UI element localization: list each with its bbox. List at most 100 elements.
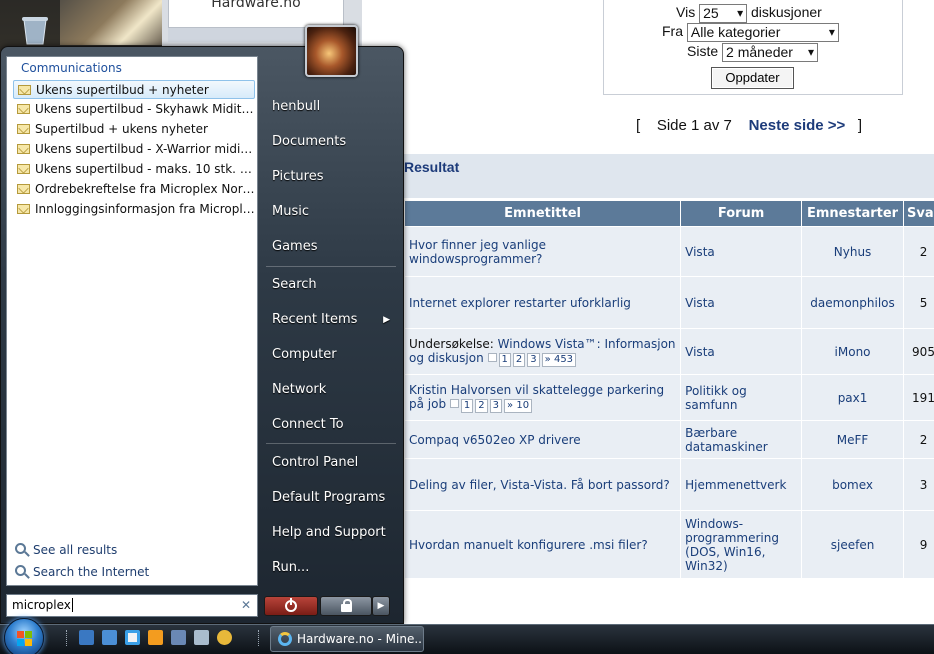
topic-link[interactable]: Deling av filer, Vista-Vista. Få bort pa…	[409, 478, 670, 492]
search-result-item[interactable]: Ukens supertilbud - Skyhawk Miditower!	[13, 100, 255, 119]
forum-cell[interactable]: Politikk og samfunn	[680, 374, 803, 421]
taskbar-grip[interactable]	[258, 630, 260, 646]
page-link[interactable]: 3	[489, 398, 503, 413]
clock-icon[interactable]	[217, 630, 232, 645]
power-button[interactable]	[264, 596, 318, 616]
topic-link[interactable]: Internet explorer restarter uforklarlig	[409, 296, 631, 310]
quicklaunch-grip[interactable]	[66, 630, 68, 646]
next-page-link[interactable]: Neste side >>	[749, 117, 846, 134]
network-icon[interactable]	[171, 630, 186, 645]
search-result-item[interactable]: Ukens supertilbud - X-Warrior miditower.…	[13, 140, 255, 159]
col-starter-header[interactable]: Emnestarter	[801, 200, 905, 227]
forum-cell[interactable]: Vista	[680, 328, 803, 375]
col-replies-header[interactable]: Svar	[903, 200, 934, 227]
filter-from-select[interactable]: Alle kategorier	[686, 23, 839, 42]
starter-cell[interactable]: daemonphilos	[801, 276, 905, 329]
starter-cell[interactable]: pax1	[801, 374, 905, 421]
page-link[interactable]: 3	[527, 352, 540, 367]
menu-music[interactable]: Music	[266, 197, 396, 227]
search-internet-link[interactable]: Search the Internet	[15, 564, 149, 580]
menu-recent-items-label: Recent Items	[272, 312, 358, 327]
start-search-input[interactable]: microplex ✕	[6, 594, 258, 617]
filter-from-row: Fra Alle kategorier	[662, 23, 839, 42]
taskbar-browser-button[interactable]: Hardware.no - Mine...	[270, 626, 424, 652]
filter-last-label: Siste	[687, 43, 719, 60]
menu-search[interactable]: Search	[266, 270, 396, 300]
page-link[interactable]: » 453	[541, 352, 577, 367]
sidebar-site-text: Hardware.no	[211, 0, 301, 11]
menu-documents[interactable]: Documents	[266, 127, 396, 157]
see-all-results-link[interactable]: See all results	[15, 542, 117, 558]
topic-cell: Hvor finner jeg vanlige windowsprogramme…	[403, 226, 682, 277]
topic-link[interactable]: Hvordan manuelt konfigurere .msi filer?	[409, 538, 648, 552]
search-result-label: Ordrebekreftelse fra Microplex Norge AS	[35, 182, 255, 196]
results-group-header: Communications	[21, 61, 122, 75]
search-result-item[interactable]: Innloggingsinformasjon fra Microplex ...	[13, 200, 255, 219]
recycle-bin-icon[interactable]	[194, 630, 209, 645]
starter-cell[interactable]: MeFF	[801, 420, 905, 459]
col-forum-header[interactable]: Forum	[680, 200, 803, 227]
starter-cell[interactable]: Nyhus	[801, 226, 905, 277]
menu-pictures[interactable]: Pictures	[266, 162, 396, 192]
forum-cell[interactable]: Vista	[680, 276, 803, 329]
clear-search-icon[interactable]: ✕	[241, 595, 251, 616]
menu-user[interactable]: henbull	[266, 92, 396, 122]
menu-connect-to[interactable]: Connect To	[266, 410, 396, 440]
page-link[interactable]: 2	[512, 352, 526, 367]
search-result-label: Ukens supertilbud - Skyhawk Miditower!	[35, 102, 255, 116]
table-row: Undersøkelse: Windows Vista™: Informasjo…	[403, 328, 934, 375]
replies-cell: 5	[903, 276, 934, 329]
page-link[interactable]: » 10	[504, 398, 533, 413]
mail-icon	[18, 85, 31, 95]
starter-cell[interactable]: bomex	[801, 458, 905, 511]
topic-link[interactable]: Hvor finner jeg vanlige windowsprogramme…	[409, 238, 546, 266]
show-desktop-icon[interactable]	[79, 630, 94, 645]
windows-logo-pane	[17, 639, 24, 646]
forum-cell[interactable]: Bærbare datamaskiner	[680, 420, 803, 459]
forum-table: Emnetittel Forum Emnestarter Svar Hvor f…	[403, 200, 934, 579]
search-result-item[interactable]: Ukens supertilbud - maks. 10 stk. pr. ku…	[13, 160, 255, 179]
pagination-close: ]	[857, 117, 862, 134]
menu-run[interactable]: Run...	[266, 553, 396, 583]
page-link[interactable]: 1	[460, 398, 474, 413]
mail-icon	[17, 164, 30, 174]
power-icon	[285, 598, 297, 612]
filter-last-select[interactable]: 2 måneder	[722, 43, 819, 62]
internet-explorer-icon	[278, 632, 292, 646]
starter-cell[interactable]: iMono	[801, 328, 905, 375]
menu-games[interactable]: Games	[266, 232, 396, 262]
switch-windows-icon[interactable]	[102, 630, 117, 645]
replies-cell: 2	[903, 226, 934, 277]
search-result-item[interactable]: Ukens supertilbud + nyheter	[13, 80, 255, 99]
internet-explorer-icon[interactable]	[125, 630, 140, 645]
lock-button[interactable]	[320, 596, 372, 616]
topic-link[interactable]: Kristin Halvorsen vil skattelegge parker…	[409, 383, 664, 411]
filter-last-row: Siste 2 måneder	[687, 43, 819, 62]
user-picture[interactable]	[305, 25, 358, 77]
menu-network[interactable]: Network	[266, 375, 396, 405]
forum-cell[interactable]: Windows-programmering (DOS, Win16, Win32…	[680, 510, 803, 579]
table-row: Hvordan manuelt konfigurere .msi filer? W…	[403, 510, 934, 579]
menu-recent-items[interactable]: Recent Items ▶	[266, 305, 396, 335]
page-link[interactable]: 2	[475, 398, 488, 413]
media-player-icon[interactable]	[148, 630, 163, 645]
menu-default-programs[interactable]: Default Programs	[266, 483, 396, 513]
search-result-item[interactable]: Supertilbud + ukens nyheter	[13, 120, 255, 139]
topic-link[interactable]: Compaq v6502eo XP drivere	[409, 433, 581, 447]
forum-cell[interactable]: Vista	[680, 226, 803, 277]
shutdown-options-button[interactable]: ▶	[372, 596, 390, 616]
update-button[interactable]: Oppdater	[711, 67, 794, 89]
recycle-bin-icon[interactable]	[18, 14, 52, 46]
filter-show-select[interactable]: 25	[699, 4, 748, 23]
forum-cell[interactable]: Hjemmenettverk	[680, 458, 803, 511]
menu-computer[interactable]: Computer	[266, 340, 396, 370]
col-topic-header[interactable]: Emnetittel	[403, 200, 682, 227]
start-button[interactable]	[4, 618, 44, 654]
search-result-item[interactable]: Ordrebekreftelse fra Microplex Norge AS	[13, 180, 255, 199]
multipage-icon	[449, 398, 459, 408]
menu-control-panel[interactable]: Control Panel	[266, 448, 396, 478]
results-header	[404, 154, 934, 198]
starter-cell[interactable]: sjeefen	[801, 510, 905, 579]
page-link[interactable]: 1	[498, 352, 511, 367]
menu-help-support[interactable]: Help and Support	[266, 518, 396, 548]
